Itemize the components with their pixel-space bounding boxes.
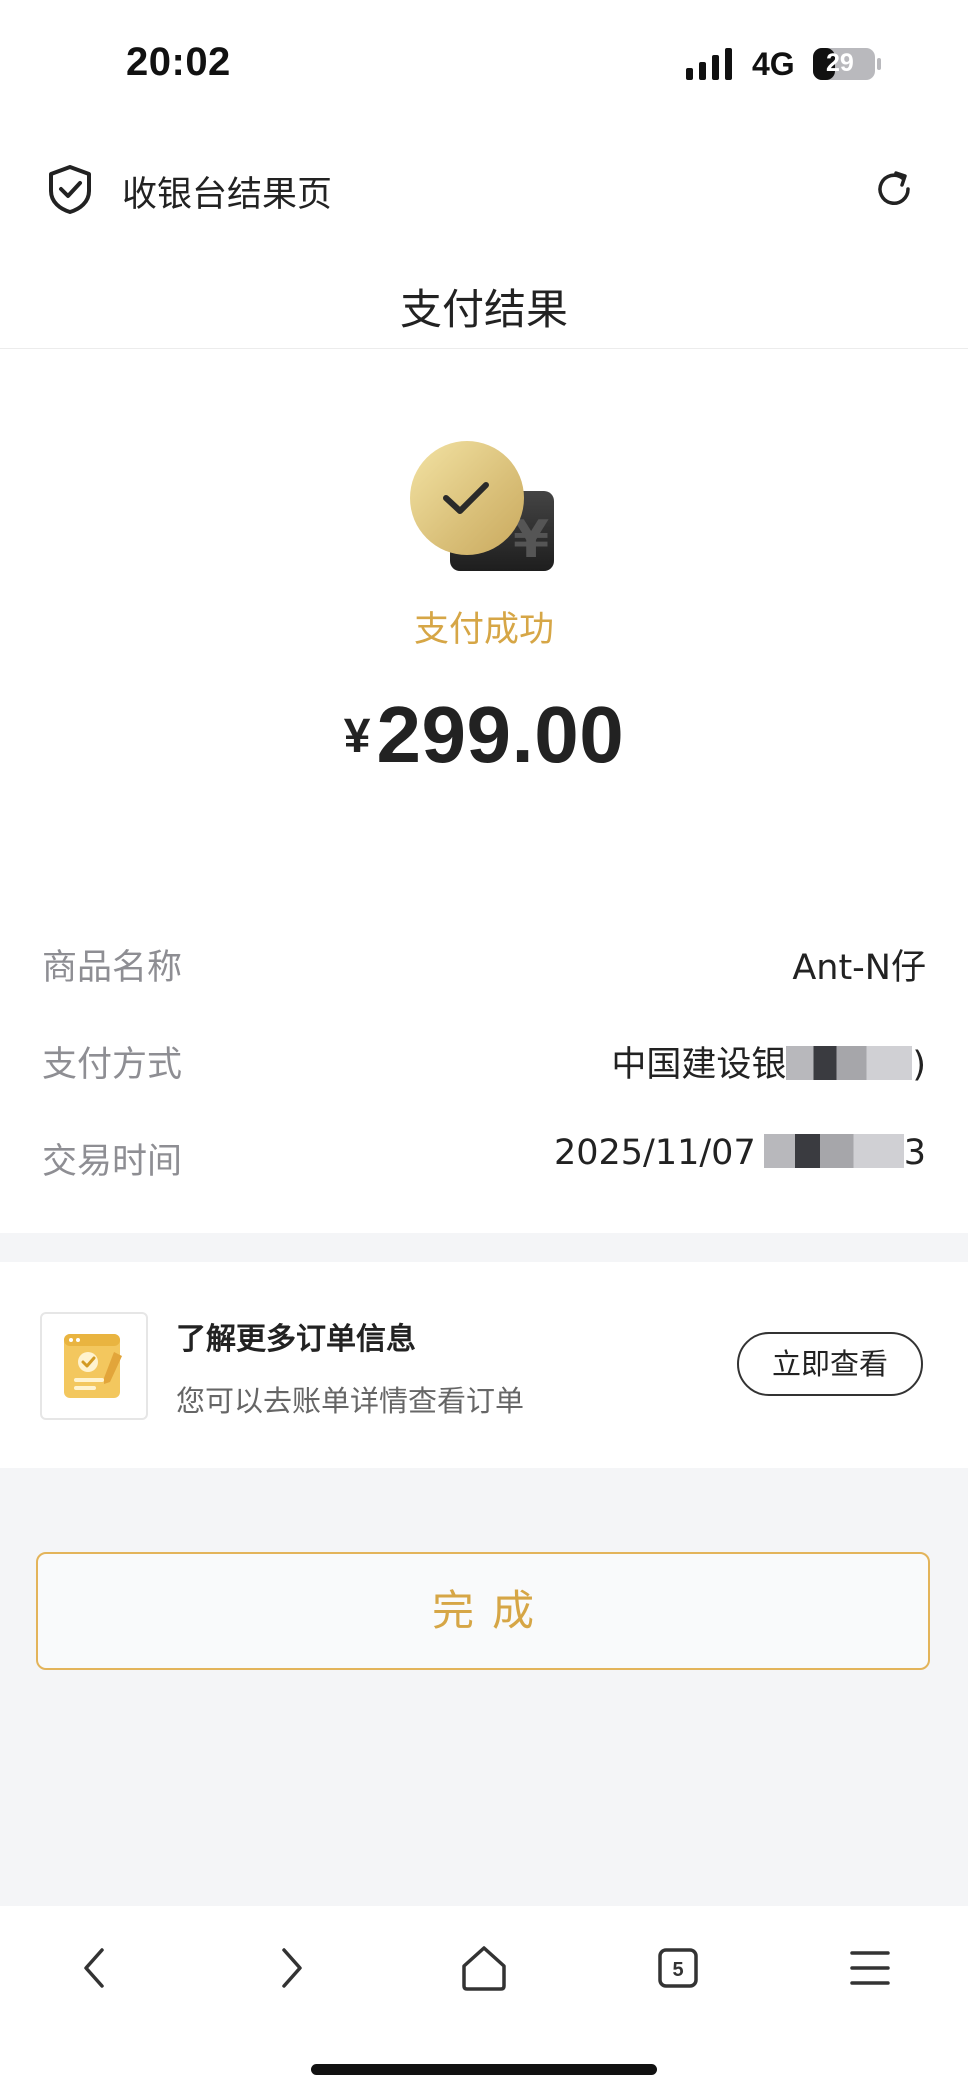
home-indicator	[311, 2064, 657, 2075]
menu-icon[interactable]	[840, 1938, 900, 1998]
currency-symbol: ¥	[343, 710, 371, 763]
detail-row-product: 商品名称 Ant-N仔	[42, 939, 926, 989]
detail-value-end: 3	[903, 1133, 926, 1173]
detail-row-transaction-time: 交易时间 2025/11/07 3	[42, 1133, 926, 1183]
detail-row-payment-method: 支付方式 中国建设银)	[42, 1036, 926, 1086]
page-header: 支付结果	[0, 248, 968, 349]
payment-success-icon: ¥	[410, 441, 554, 571]
detail-label: 支付方式	[42, 1045, 183, 1085]
browser-title-bar: 收银台结果页	[0, 130, 968, 248]
status-bar: 20:02 4G 29	[0, 0, 968, 130]
amount-value: 299.00	[376, 690, 625, 779]
done-button[interactable]: 完成	[36, 1552, 930, 1670]
browser-bottom-toolbar: 5	[0, 1906, 968, 2097]
payment-amount: ¥299.00	[0, 689, 968, 781]
bill-document-icon	[40, 1312, 148, 1420]
forward-icon[interactable]	[260, 1938, 320, 1998]
shield-check-icon	[49, 165, 91, 214]
order-info-subtitle: 您可以去账单详情查看订单	[176, 1384, 525, 1418]
status-time: 20:02	[126, 40, 231, 84]
detail-value: 2025/11/07 3	[554, 1133, 926, 1173]
order-info-title: 了解更多订单信息	[176, 1322, 416, 1357]
tabs-count: 5	[672, 1959, 683, 1981]
view-now-button[interactable]: 立即查看	[737, 1332, 923, 1396]
home-icon[interactable]	[454, 1938, 514, 1998]
network-type: 4G	[752, 46, 795, 82]
payment-status-text: 支付成功	[413, 610, 554, 650]
browser-page-title: 收银台结果页	[122, 175, 333, 215]
order-info-card: 了解更多订单信息 您可以去账单详情查看订单 立即查看	[0, 1262, 968, 1468]
bill-document-graphic	[64, 1334, 122, 1398]
detail-value-visible: 中国建设银	[611, 1045, 787, 1085]
detail-label: 交易时间	[42, 1142, 183, 1182]
detail-value: Ant-N仔	[792, 948, 926, 988]
refresh-icon[interactable]	[872, 167, 916, 211]
page-title: 支付结果	[399, 285, 568, 334]
redaction-mask	[786, 1046, 913, 1080]
detail-value-visible: 2025/11/07	[553, 1133, 756, 1173]
redaction-mask	[763, 1134, 904, 1168]
back-icon[interactable]	[66, 1938, 126, 1998]
tabs-icon[interactable]: 5	[648, 1938, 708, 1998]
battery-level: 29	[826, 49, 854, 77]
detail-label: 商品名称	[42, 948, 183, 988]
payment-result-card: ¥ 支付成功 ¥299.00 商品名称 Ant-N仔 支付方式 中国建设银) 交…	[0, 349, 968, 1233]
detail-value-end: )	[912, 1045, 926, 1085]
signal-icon	[686, 48, 732, 80]
detail-value: 中国建设银)	[611, 1036, 926, 1087]
